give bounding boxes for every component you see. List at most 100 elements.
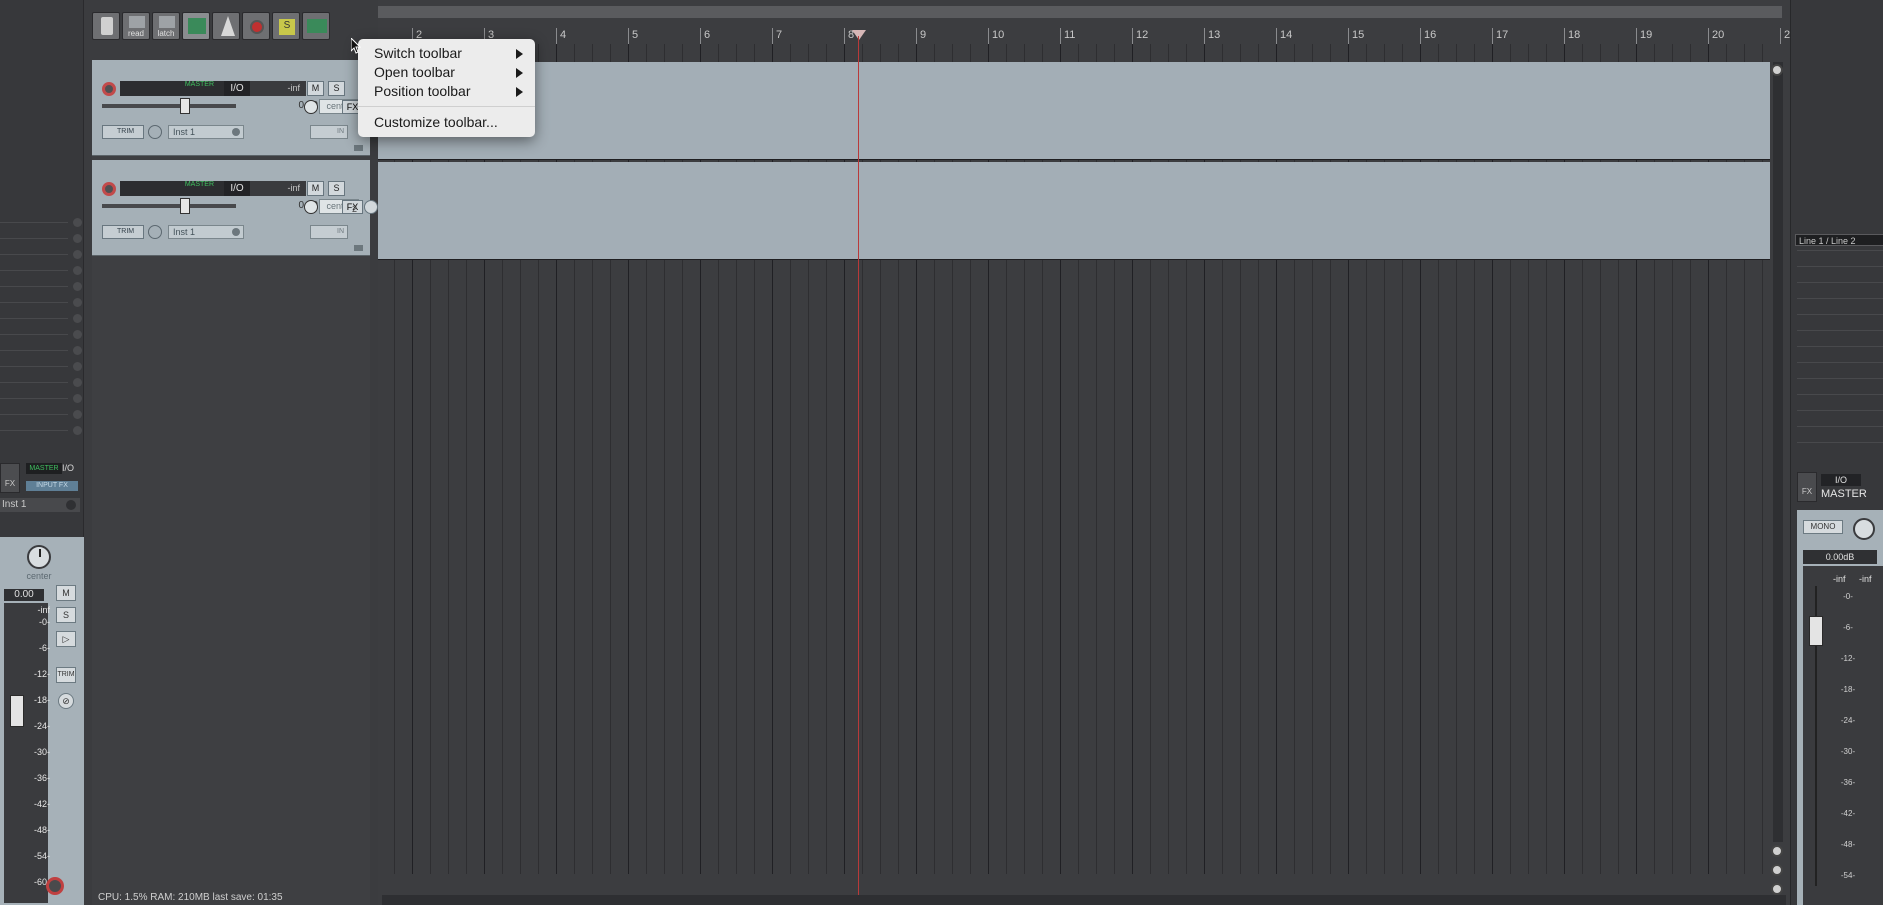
menu-item-switch-toolbar[interactable]: Switch toolbar	[358, 44, 535, 63]
meter-tick-label: -48-	[1840, 840, 1856, 849]
io-button[interactable]: I/O	[224, 81, 250, 96]
master-send-indicator: MASTER	[184, 81, 214, 88]
record-arm-icon[interactable]	[102, 182, 116, 196]
zoom-out-icon[interactable]	[1771, 864, 1783, 876]
master-io-button[interactable]: I/O	[1821, 474, 1861, 486]
phase-icon[interactable]: ⊘	[58, 693, 74, 709]
solo-button[interactable]: S	[328, 181, 345, 196]
left-input-fx-button[interactable]: INPUT FX	[26, 481, 78, 491]
timeline-overview-bar[interactable]	[378, 6, 1782, 18]
volume-slider[interactable]	[102, 198, 236, 214]
trash-icon	[101, 17, 113, 35]
io-button[interactable]: I/O	[224, 181, 250, 196]
arrange-view[interactable]: 2 3 4 5 6 7 8 9 10 11 12 13 14 15 16 17 18 19 20 2	[378, 0, 1790, 905]
menu-item-position-toolbar[interactable]: Position toolbar	[358, 82, 535, 101]
track-2[interactable]: MASTERI/O-infMS0.00centerFXTRIMInst 1IN2	[92, 160, 378, 256]
record-button[interactable]	[242, 12, 270, 40]
ruler-tick	[916, 28, 917, 44]
volume-fader-handle[interactable]	[10, 695, 24, 727]
divider-line	[1797, 250, 1883, 251]
track-lane-1[interactable]	[378, 62, 1770, 160]
trim-button[interactable]: TRIM	[56, 667, 76, 683]
pan-knob[interactable]	[27, 545, 51, 569]
mute-button[interactable]: M	[307, 81, 324, 96]
divider-line	[1797, 442, 1883, 443]
zoom-fit-icon[interactable]	[1771, 883, 1783, 895]
input-selector[interactable]: Inst 1	[168, 225, 244, 239]
left-fx-button[interactable]: FX	[0, 463, 20, 493]
pan-knob[interactable]	[304, 200, 318, 214]
volume-slider-handle[interactable]	[180, 98, 190, 114]
track-meter: -inf	[250, 181, 306, 196]
track-meter: -inf	[250, 81, 306, 96]
solo-button[interactable]: S	[328, 81, 345, 96]
divider-line	[0, 286, 68, 287]
monitor-input-button[interactable]: IN	[310, 225, 348, 239]
routing-icon	[307, 19, 327, 33]
trash-button[interactable]	[92, 12, 120, 40]
ruler-measure-label: 6	[704, 29, 711, 41]
phase-icon[interactable]	[148, 225, 162, 239]
solo-button[interactable]: S	[272, 12, 300, 40]
ruler-measure-label: 4	[560, 29, 567, 41]
strip-dot-icon	[73, 218, 82, 227]
pan-knob[interactable]	[304, 100, 318, 114]
playhead-marker[interactable]	[852, 30, 866, 40]
left-input-selector[interactable]: Inst 1	[0, 498, 80, 512]
timeline-ruler[interactable]: 2 3 4 5 6 7 8 9 10 11 12 13 14 15 16 17 18 19 20 2	[378, 26, 1790, 44]
meter-tick-label: -6-	[1843, 623, 1853, 632]
track-1[interactable]: MASTERI/O-infMS0.00centerFXTRIMInst 1IN	[92, 60, 378, 156]
input-selector[interactable]: Inst 1	[168, 125, 244, 139]
routing-button[interactable]	[302, 12, 330, 40]
track-name-field[interactable]: MASTER	[120, 81, 238, 96]
metronome-button[interactable]	[212, 12, 240, 40]
volume-slider[interactable]	[102, 98, 236, 114]
scroll-up-icon[interactable]	[1771, 64, 1783, 76]
monitor-input-button[interactable]: IN	[310, 125, 348, 139]
mono-button[interactable]: MONO	[1803, 520, 1843, 534]
master-pan-knob[interactable]	[1853, 518, 1875, 540]
latch-automation-button[interactable]: latch	[152, 12, 180, 40]
mute-button[interactable]: M	[56, 585, 76, 601]
strip-dot-icon	[73, 394, 82, 403]
chevron-down-icon	[232, 128, 240, 136]
meter-tick-label: -6-	[39, 643, 50, 653]
trim-button[interactable]: TRIM	[102, 225, 144, 239]
zoom-in-icon[interactable]	[1771, 845, 1783, 857]
menu-item-label: Customize toolbar...	[374, 114, 498, 130]
menu-item-label: Switch toolbar	[374, 45, 462, 61]
horizontal-scrollbar[interactable]	[382, 895, 1786, 905]
master-mixer-area: Line 1 / Line 2 FX I/O MASTER MONO 0.00d…	[1790, 0, 1883, 905]
folder-icon[interactable]	[354, 145, 363, 151]
master-fader-handle[interactable]	[1809, 616, 1823, 646]
menu-item-open-toolbar[interactable]: Open toolbar	[358, 63, 535, 82]
record-arm-icon[interactable]	[46, 877, 64, 895]
solo-button[interactable]: S	[56, 607, 76, 623]
toolbar-button-label: read	[127, 29, 144, 38]
record-arm-icon[interactable]	[102, 82, 116, 96]
grid-snap-button[interactable]	[182, 12, 210, 40]
master-fx-button[interactable]: FX	[1797, 472, 1817, 502]
ruler-tick	[1420, 28, 1421, 44]
track-name-field[interactable]: MASTER	[120, 181, 238, 196]
menu-item-customize-toolbar[interactable]: Customize toolbar...	[358, 113, 535, 132]
divider-line	[0, 366, 68, 367]
track-lane-2[interactable]	[378, 162, 1770, 260]
play-icon[interactable]: ▷	[56, 631, 76, 647]
vertical-scrollbar[interactable]	[1773, 62, 1783, 842]
folder-icon[interactable]	[354, 245, 363, 251]
mute-button[interactable]: M	[307, 181, 324, 196]
phase-icon[interactable]	[148, 125, 162, 139]
strip-dot-icon	[73, 362, 82, 371]
record-icon	[250, 20, 264, 34]
divider-line	[0, 270, 68, 271]
playhead-cursor	[858, 36, 859, 905]
read-automation-button[interactable]: read	[122, 12, 150, 40]
power-icon[interactable]	[364, 200, 378, 214]
left-io-button[interactable]: I/O	[62, 463, 80, 474]
volume-slider-handle[interactable]	[180, 198, 190, 214]
ruler-tick	[1564, 28, 1565, 44]
ruler-measure-label: 7	[776, 29, 783, 41]
trim-button[interactable]: TRIM	[102, 125, 144, 139]
meter-tick-label: -12-	[1840, 654, 1856, 663]
